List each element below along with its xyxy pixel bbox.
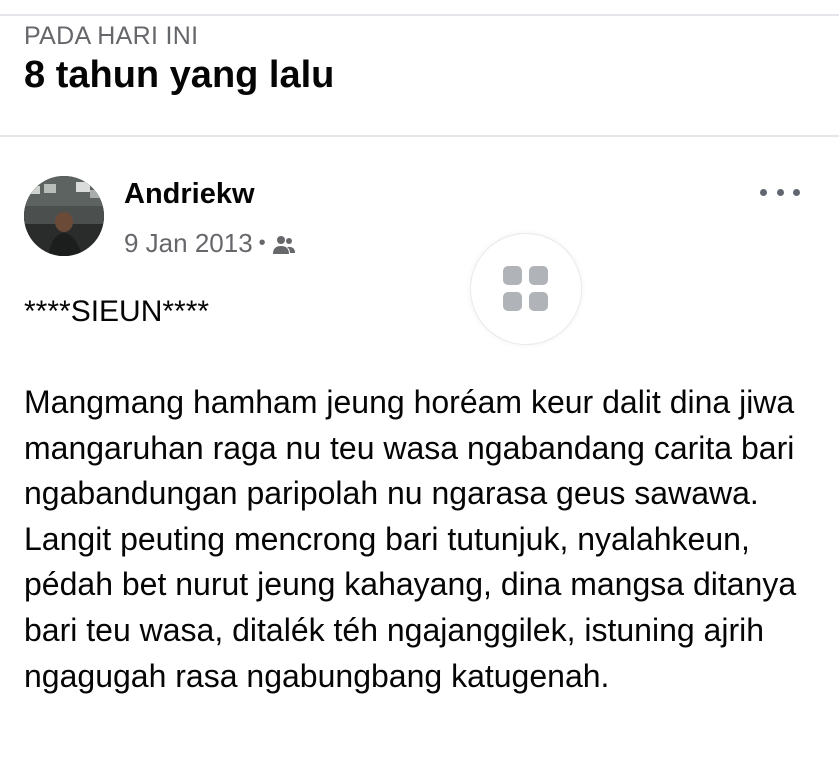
meta-separator: •	[258, 231, 266, 254]
section-label: PADA HARI INI	[24, 22, 199, 50]
grid-icon	[503, 266, 522, 285]
grid-button[interactable]	[470, 233, 582, 345]
section-divider	[0, 135, 839, 137]
avatar[interactable]	[24, 176, 104, 256]
grid-icon	[529, 292, 548, 311]
post-title: ****SIEUN****	[24, 295, 210, 328]
grid-icon	[529, 266, 548, 285]
top-divider	[0, 14, 839, 16]
dot	[793, 188, 800, 196]
friends-icon[interactable]	[272, 232, 296, 254]
avatar-image	[24, 176, 104, 256]
post-date[interactable]: 9 Jan 2013	[124, 228, 253, 259]
dot	[776, 188, 784, 196]
post-meta: 9 Jan 2013 •	[124, 226, 296, 260]
section-title: 8 tahun yang lalu	[24, 54, 335, 96]
grid-icon	[503, 292, 522, 311]
dot	[760, 188, 767, 196]
post-body: Mangmang hamham jeung horéam keur dalit …	[24, 384, 797, 694]
more-dots-icon[interactable]	[760, 180, 800, 204]
author-name[interactable]: Andriekw	[124, 178, 255, 211]
